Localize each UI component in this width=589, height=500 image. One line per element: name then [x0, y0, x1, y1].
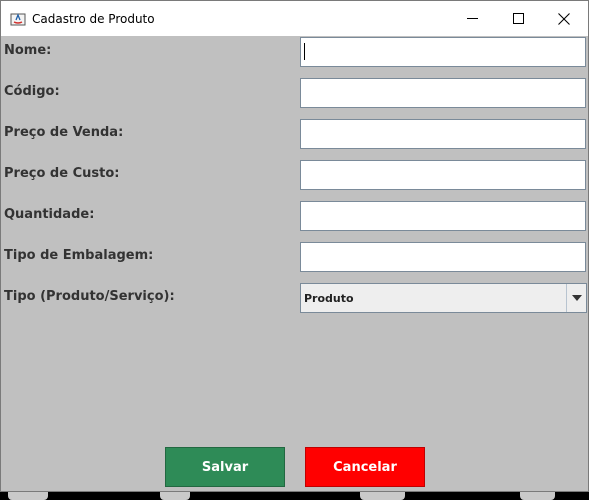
text-caret — [304, 43, 305, 60]
save-button[interactable]: Salvar — [165, 447, 285, 487]
preco-custo-input[interactable] — [300, 160, 586, 190]
minimize-icon — [466, 18, 478, 19]
nome-input[interactable] — [300, 37, 586, 67]
nome-label: Nome: — [4, 43, 52, 58]
preco-custo-label: Preço de Custo: — [4, 166, 120, 181]
tipo-select[interactable]: Produto — [300, 283, 587, 313]
maximize-icon — [512, 13, 524, 24]
window-title: Cadastro de Produto — [32, 12, 155, 26]
desktop-shape — [360, 492, 405, 500]
desktop-shape — [8, 492, 48, 500]
codigo-label: Código: — [4, 84, 60, 99]
cancel-button[interactable]: Cancelar — [305, 447, 425, 487]
quantidade-label: Quantidade: — [4, 207, 95, 222]
java-app-icon — [10, 11, 26, 27]
preco-venda-label: Preço de Venda: — [4, 125, 124, 140]
close-button[interactable] — [541, 1, 587, 36]
minimize-button[interactable] — [449, 1, 495, 36]
tipo-select-value: Produto — [304, 292, 354, 305]
tipo-embalagem-label: Tipo de Embalagem: — [4, 248, 154, 263]
preco-venda-input[interactable] — [300, 119, 586, 149]
tipo-embalagem-input[interactable] — [300, 242, 586, 272]
close-icon — [558, 12, 570, 25]
maximize-button[interactable] — [495, 1, 541, 36]
desktop-shape — [520, 492, 555, 500]
desktop-background — [0, 492, 589, 500]
codigo-input[interactable] — [300, 78, 586, 108]
title-bar[interactable]: Cadastro de Produto — [1, 1, 588, 36]
dropdown-button[interactable] — [566, 284, 586, 312]
quantidade-input[interactable] — [300, 201, 586, 231]
desktop-shape — [160, 492, 190, 500]
chevron-down-icon — [571, 295, 582, 301]
tipo-label: Tipo (Produto/Serviço): — [4, 289, 175, 304]
app-window: Cadastro de Produto Nome: Código: Preço … — [0, 0, 589, 492]
